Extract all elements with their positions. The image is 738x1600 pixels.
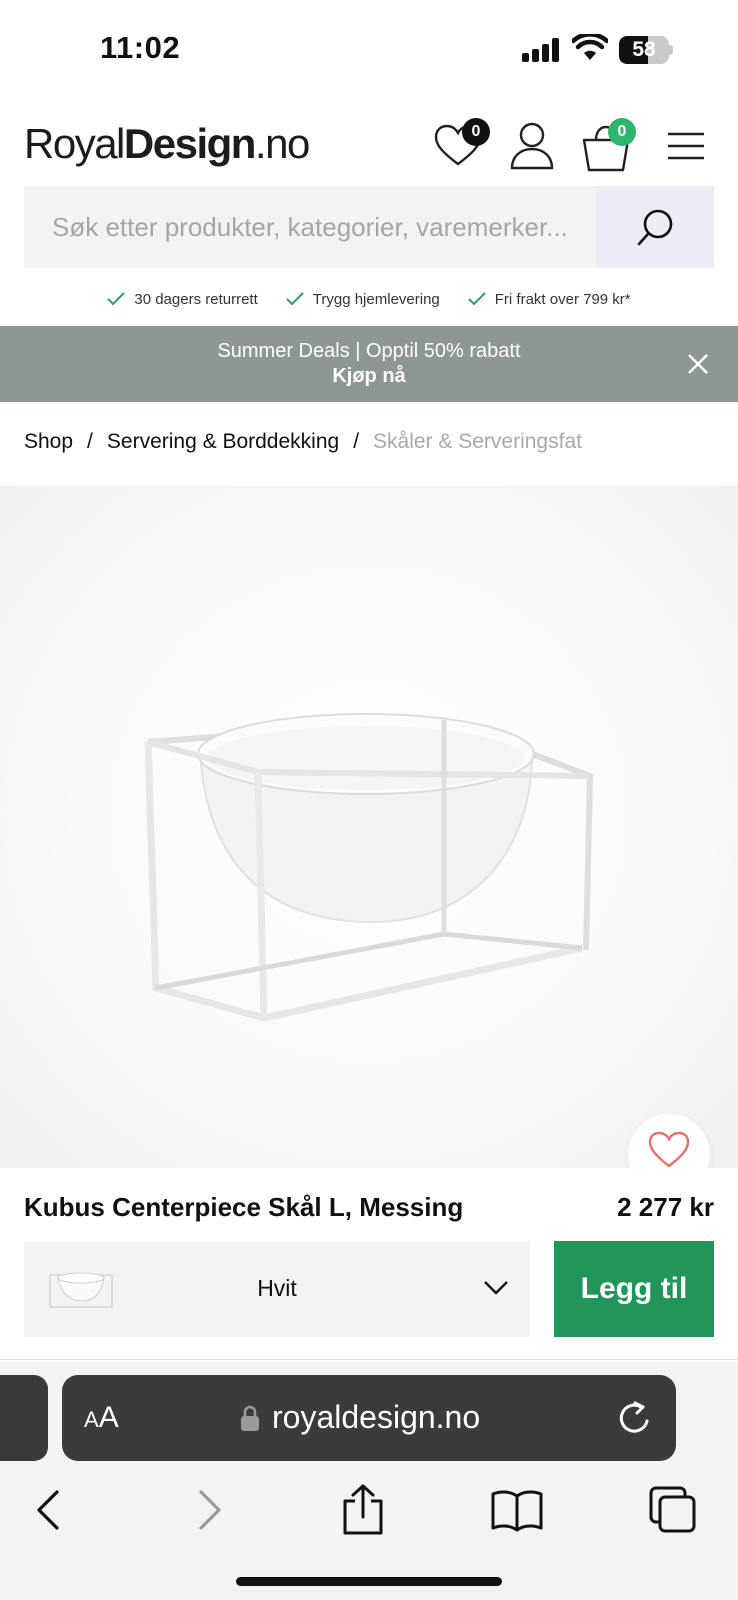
variant-selected-label: Hvit: [257, 1275, 297, 1301]
cart-button[interactable]: 0: [578, 118, 636, 174]
cellular-signal-icon: [522, 38, 562, 62]
check-icon: [107, 292, 126, 306]
search-icon: [637, 209, 673, 246]
cart-count-badge: 0: [608, 118, 636, 146]
wifi-icon: [572, 34, 608, 60]
bowl-image: [144, 713, 594, 1022]
check-icon: [468, 292, 486, 306]
add-to-cart-button[interactable]: Legg til: [554, 1241, 714, 1337]
usp-list: 30 dagers returrett Trygg hjemlevering F…: [0, 284, 738, 314]
usp-label: Fri frakt over 799 kr*: [494, 290, 631, 308]
site-header: RoyalDesign.no 0 0: [0, 110, 738, 180]
account-button[interactable]: [504, 118, 560, 174]
breadcrumb-separator: /: [353, 430, 360, 453]
back-button[interactable]: [14, 1475, 84, 1545]
promo-headline: Summer Deals | Opptil 50% rabatt: [217, 340, 521, 362]
search-input[interactable]: [24, 186, 594, 268]
bookmarks-button[interactable]: [482, 1475, 552, 1545]
url-display[interactable]: royaldesign.no: [240, 1399, 480, 1436]
reload-icon[interactable]: [616, 1399, 654, 1437]
breadcrumb: Shop / Servering & Borddekking / Skåler …: [24, 430, 582, 454]
promo-cta-link[interactable]: Kjøp nå: [0, 365, 738, 388]
usp-item: 30 dagers returrett: [107, 284, 258, 314]
site-logo[interactable]: RoyalDesign.no: [24, 120, 310, 168]
usp-label: Trygg hjemlevering: [312, 290, 440, 308]
wishlist-button[interactable]: 0: [430, 118, 490, 174]
chevron-down-icon: [484, 1281, 508, 1295]
wishlist-count-badge: 0: [462, 118, 490, 146]
share-button[interactable]: [328, 1475, 398, 1545]
breadcrumb-separator: /: [87, 430, 93, 453]
product-panel: Kubus Centerpiece Skål L, Messing 2 277 …: [0, 1168, 738, 1360]
status-bar: 11:02 58: [0, 0, 738, 100]
back-icon: [37, 1490, 59, 1530]
status-time: 11:02: [100, 30, 181, 65]
share-icon: [343, 1484, 383, 1535]
product-price: 2 277 kr: [617, 1192, 714, 1222]
address-bar[interactable]: AA royaldesign.no: [62, 1375, 676, 1461]
logo-part-royal: Royal: [24, 120, 125, 167]
aa-small: A: [84, 1407, 99, 1432]
tabs-icon: [649, 1486, 696, 1533]
tabs-button[interactable]: [638, 1475, 708, 1545]
promo-banner[interactable]: Summer Deals | Opptil 50% rabatt Kjøp nå: [0, 326, 738, 402]
bookmarks-icon: [491, 1490, 543, 1532]
battery-percent: 58: [632, 38, 656, 61]
product-title: Kubus Centerpiece Skål L, Messing: [24, 1192, 464, 1222]
reader-settings-button[interactable]: AA: [84, 1401, 119, 1435]
breadcrumb-link-shop[interactable]: Shop: [24, 430, 73, 454]
menu-icon: [668, 132, 704, 160]
breadcrumb-current: Skåler & Serveringsfat: [373, 430, 582, 453]
home-indicator[interactable]: [236, 1577, 502, 1586]
forward-icon: [199, 1490, 221, 1530]
search-button[interactable]: [596, 186, 714, 268]
search-bar: [24, 186, 714, 268]
heart-icon: [648, 1131, 690, 1168]
url-text: royaldesign.no: [272, 1399, 481, 1435]
variant-select[interactable]: Hvit: [24, 1241, 530, 1337]
previous-tab-peek[interactable]: [0, 1375, 48, 1461]
aa-big: A: [98, 1401, 119, 1434]
user-icon: [510, 122, 554, 170]
browser-nav-row: [0, 1475, 738, 1545]
menu-button[interactable]: [664, 118, 720, 174]
usp-item: Trygg hjemlevering: [286, 284, 440, 314]
product-image[interactable]: [0, 486, 738, 1168]
logo-part-domain: .no: [254, 120, 310, 167]
usp-item: Fri frakt over 799 kr*: [468, 284, 631, 314]
usp-label: 30 dagers returrett: [134, 290, 258, 308]
forward-button[interactable]: [174, 1475, 244, 1545]
lock-icon: [241, 1405, 259, 1431]
check-icon: [286, 292, 304, 306]
logo-part-design: Design: [123, 120, 257, 167]
breadcrumb-link-servering[interactable]: Servering & Borddekking: [107, 430, 339, 454]
browser-toolbar: AA royaldesign.no: [0, 1361, 738, 1600]
battery-icon: 58: [619, 36, 673, 64]
close-icon[interactable]: [684, 350, 712, 378]
